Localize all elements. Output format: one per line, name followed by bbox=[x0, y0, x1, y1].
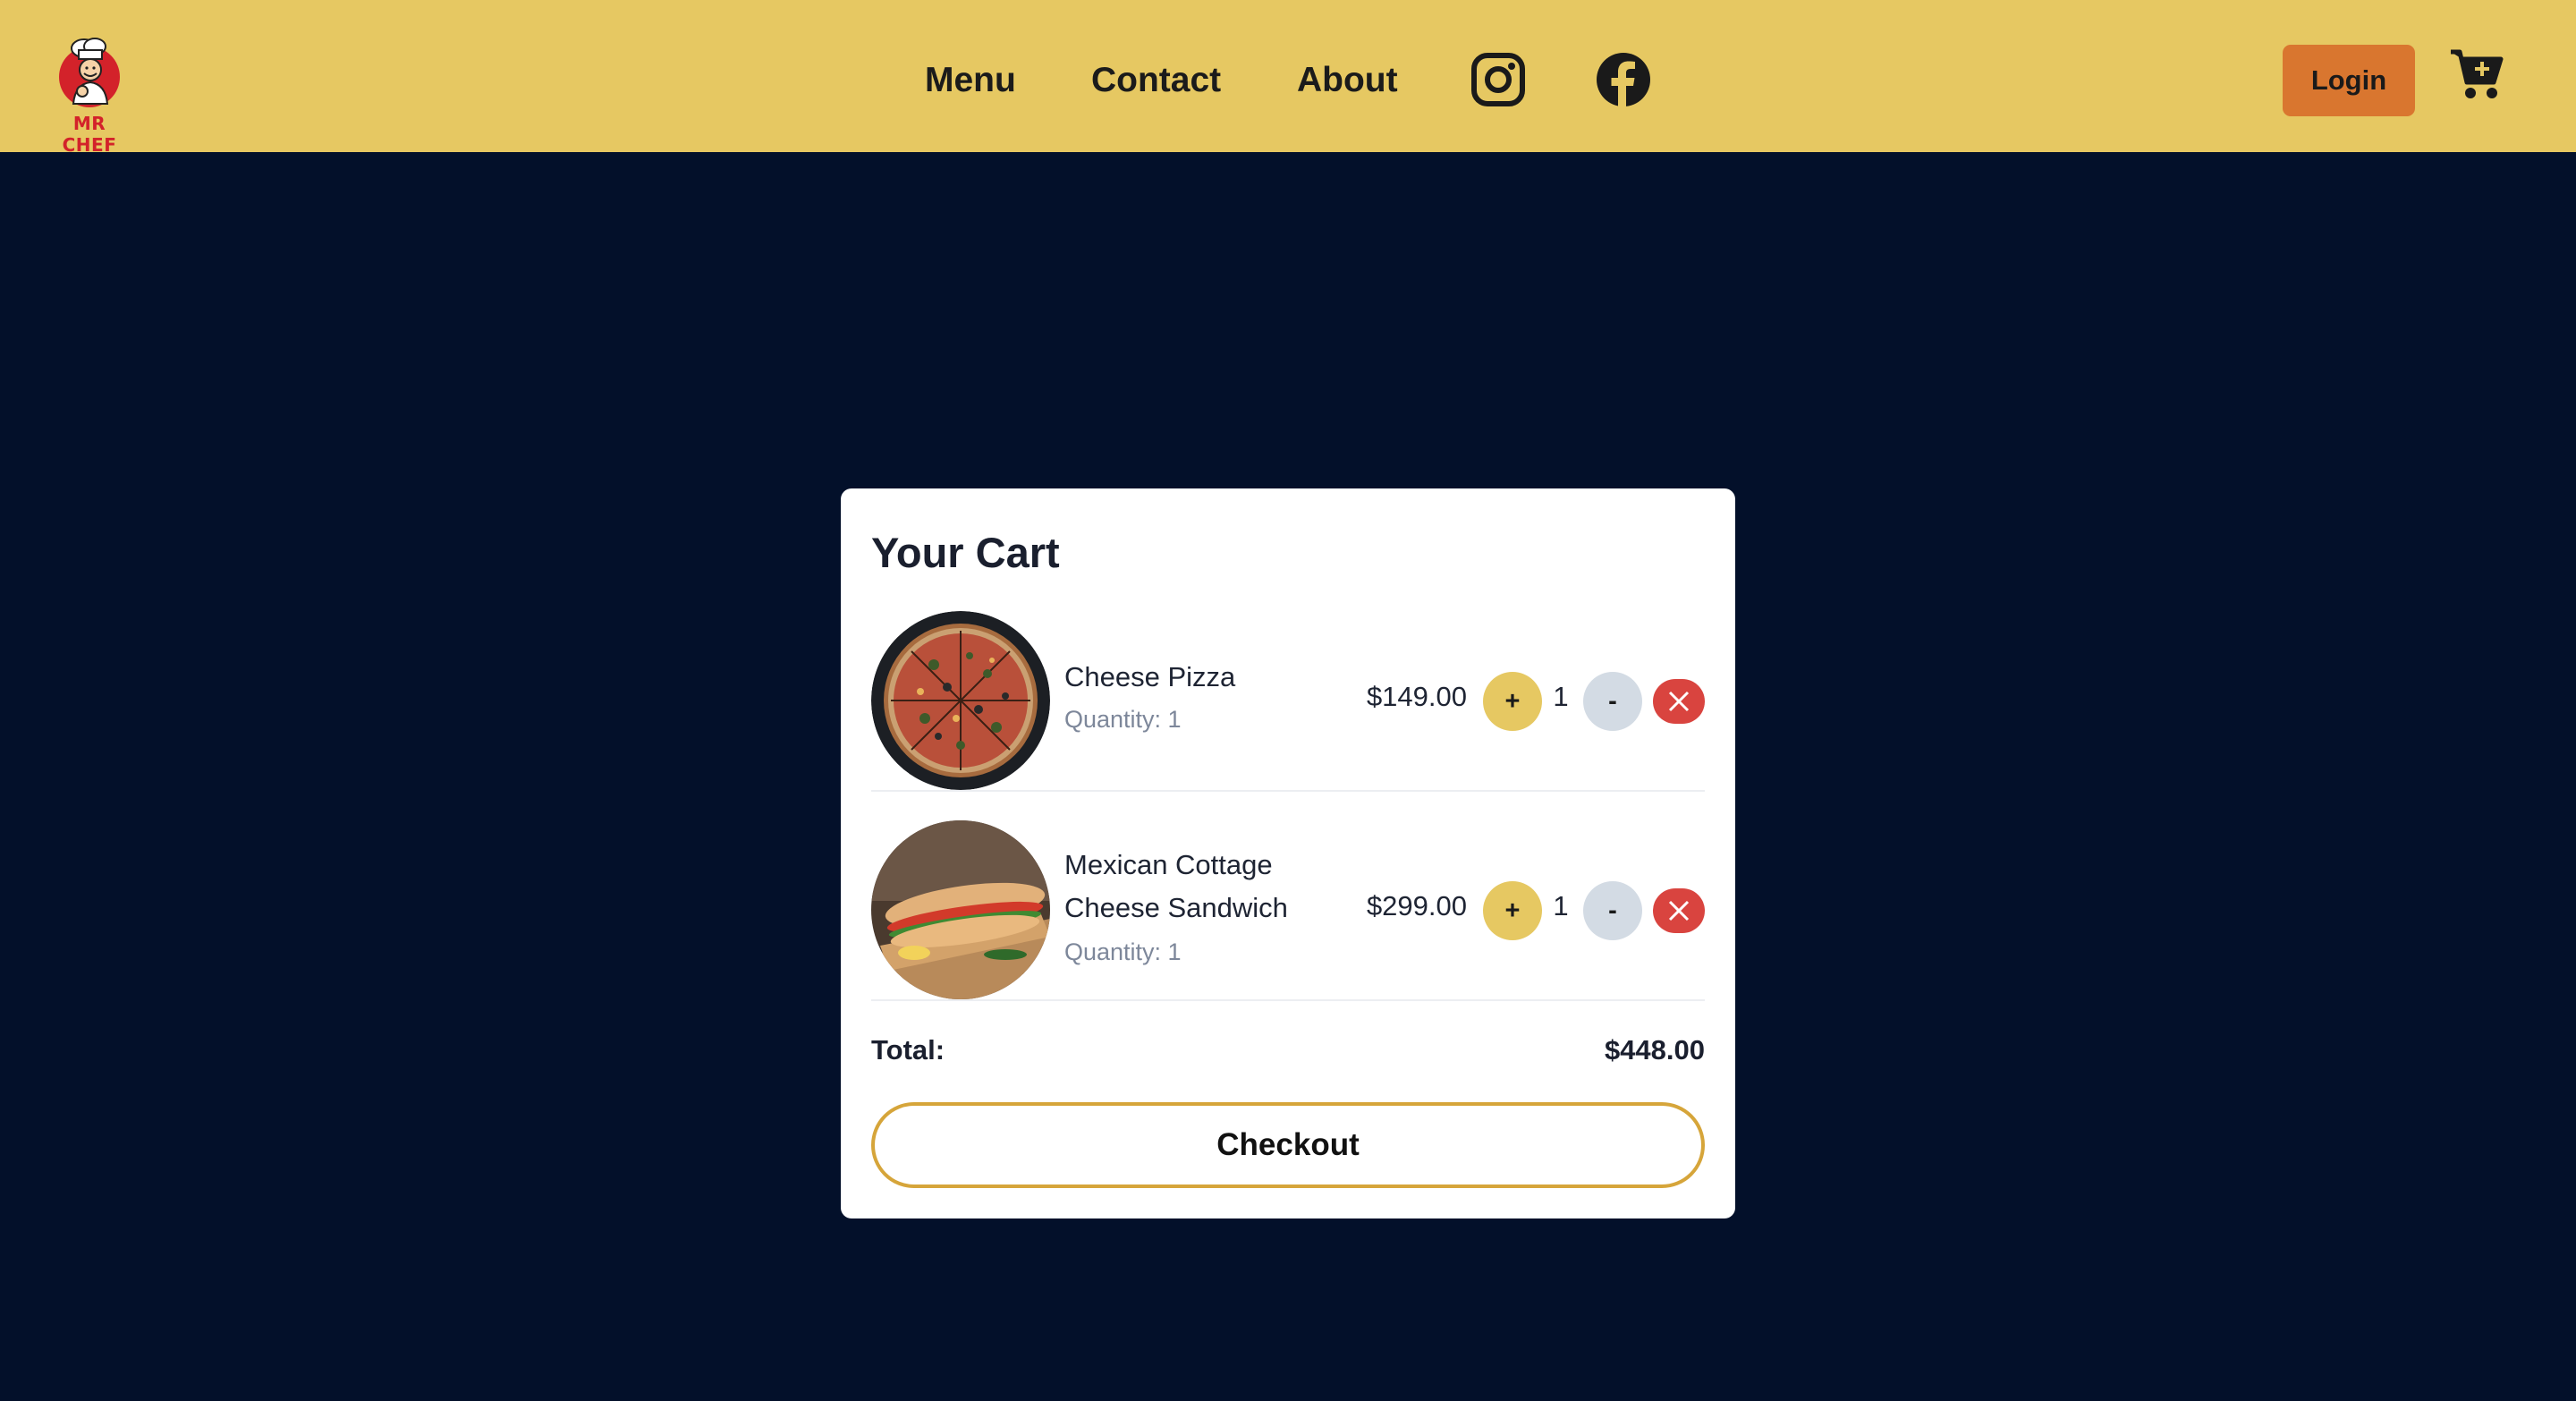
instagram-icon[interactable] bbox=[1470, 52, 1526, 107]
chef-mascot-icon bbox=[59, 38, 120, 107]
increase-quantity-button[interactable]: + bbox=[1483, 881, 1542, 940]
nav-link-contact[interactable]: Contact bbox=[1091, 55, 1221, 106]
cart-plus-icon[interactable] bbox=[2449, 47, 2504, 102]
item-name: Cheese Pizza bbox=[1064, 661, 1236, 692]
nav-link-menu[interactable]: Menu bbox=[925, 55, 1016, 106]
remove-item-button[interactable] bbox=[1653, 888, 1705, 933]
item-price: $149.00 bbox=[1366, 681, 1467, 712]
cart-item: Cheese Pizza Quantity: 1 $149.00 + 1 - bbox=[871, 611, 1705, 792]
login-button[interactable]: Login bbox=[2283, 45, 2415, 116]
facebook-icon[interactable] bbox=[1596, 52, 1651, 107]
item-name: Mexican Cottage Cheese Sandwich bbox=[1064, 849, 1288, 923]
checkout-button[interactable]: Checkout bbox=[871, 1102, 1705, 1188]
item-quantity-text: Quantity: 1 bbox=[1064, 706, 1182, 733]
sandwich-image bbox=[871, 820, 1050, 999]
remove-item-button[interactable] bbox=[1653, 679, 1705, 724]
close-icon bbox=[1668, 691, 1690, 712]
top-navbar: MR CHEF Menu Contact About Login bbox=[0, 0, 2576, 156]
total-value: $448.00 bbox=[1604, 1034, 1705, 1066]
pizza-image bbox=[871, 611, 1050, 790]
decrease-quantity-button[interactable]: - bbox=[1583, 881, 1642, 940]
item-quantity-value: 1 bbox=[1553, 681, 1569, 712]
increase-quantity-button[interactable]: + bbox=[1483, 672, 1542, 731]
item-quantity-text: Quantity: 1 bbox=[1064, 938, 1182, 965]
item-quantity-value: 1 bbox=[1553, 890, 1569, 921]
item-price: $299.00 bbox=[1366, 890, 1467, 921]
decrease-quantity-button[interactable]: - bbox=[1583, 672, 1642, 731]
brand-logo-text: MR CHEF bbox=[62, 113, 117, 156]
total-label: Total: bbox=[871, 1034, 945, 1066]
cart-title: Your Cart bbox=[871, 529, 1060, 576]
brand-logo[interactable]: MR CHEF bbox=[47, 30, 132, 156]
cart-item: Mexican Cottage Cheese Sandwich Quantity… bbox=[871, 820, 1705, 1001]
close-icon bbox=[1668, 900, 1690, 921]
cart-panel: Your Cart Cheese Pizza Quantity: 1 $149.… bbox=[841, 488, 1735, 1218]
nav-link-about[interactable]: About bbox=[1297, 55, 1398, 106]
